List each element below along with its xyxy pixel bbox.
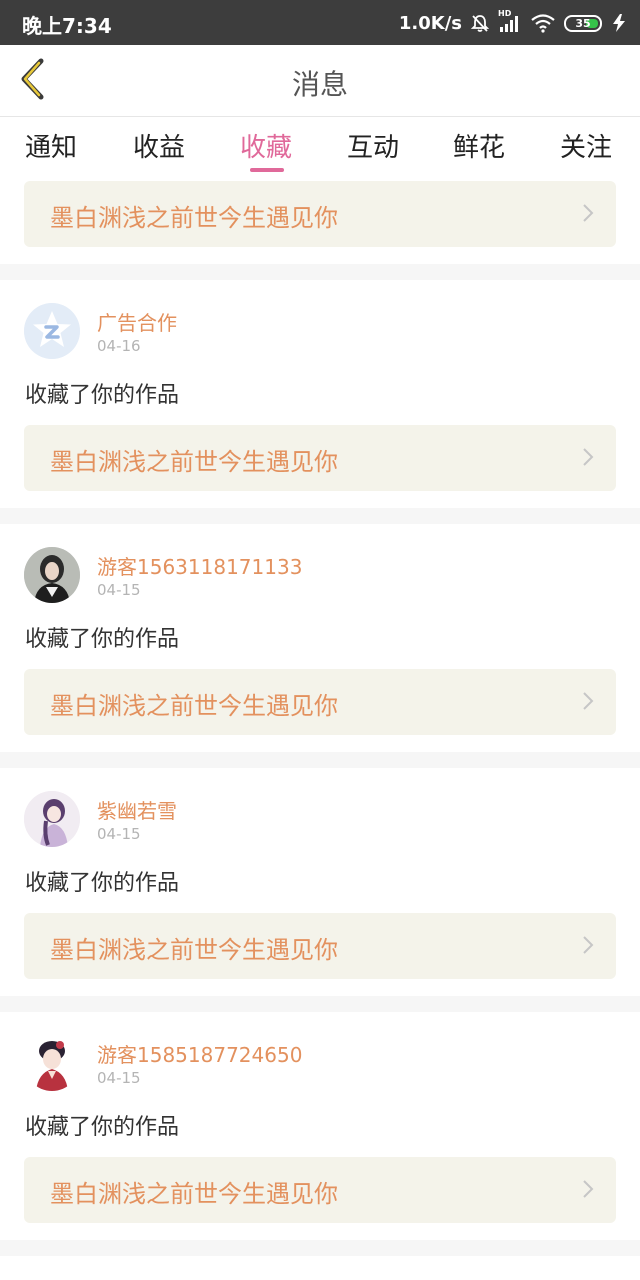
avatar[interactable] [24,1035,80,1091]
work-title: 墨白渊浅之前世今生遇见你 [50,692,338,720]
separator [0,1240,640,1256]
chevron-right-icon [582,691,594,715]
tab-favorites[interactable]: 收藏 [240,127,292,164]
separator [0,508,640,524]
date: 04-15 [97,825,141,843]
action-text: 收藏了你的作品 [25,383,180,408]
username[interactable]: 游客1563118171133 [97,551,302,580]
signal-icon: HD [498,9,522,33]
active-tab-indicator [250,168,284,172]
work-title: 墨白渊浅之前世今生遇见你 [50,448,338,476]
work-title: 墨白渊浅之前世今生遇见你 [50,1180,338,1208]
separator [0,264,640,280]
mute-bell-icon [470,13,490,33]
battery-level: 35 [575,16,591,30]
page-title: 消息 [291,68,348,101]
status-icons: 1.0K/s HD 35 [398,9,628,36]
hd-label: HD [498,9,512,18]
tab-earnings[interactable]: 收益 [133,127,185,164]
battery-icon: 35 [564,14,602,32]
date: 04-15 [97,1069,141,1087]
chevron-right-icon [582,447,594,471]
tab-flowers[interactable]: 鲜花 [453,127,505,164]
chevron-right-icon [582,1179,594,1203]
chevron-right-icon [582,203,594,227]
work-link[interactable]: 墨白渊浅之前世今生遇见你 [24,425,616,491]
status-time: 晚上7:34 [22,14,112,38]
tab-notifications[interactable]: 通知 [25,127,77,164]
action-text: 收藏了你的作品 [25,627,180,652]
work-title: 墨白渊浅之前世今生遇见你 [50,936,338,964]
work-link[interactable]: 墨白渊浅之前世今生遇见你 [24,1157,616,1223]
action-text: 收藏了你的作品 [25,1115,180,1140]
charging-icon [610,13,628,33]
status-bar: 晚上7:34 1.0K/s HD 35 [0,0,640,45]
separator [0,752,640,768]
chevron-right-icon [582,935,594,959]
work-link[interactable]: 墨白渊浅之前世今生遇见你 [24,669,616,735]
tab-interactions[interactable]: 互动 [347,127,399,164]
network-speed: 1.0K/s [398,12,462,34]
date: 04-15 [97,581,141,599]
separator [0,996,640,1012]
app-header: 消息 [0,45,640,117]
date: 04-16 [97,337,141,355]
avatar[interactable] [24,791,80,847]
work-link[interactable]: 墨白渊浅之前世今生遇见你 [24,181,616,247]
work-link[interactable]: 墨白渊浅之前世今生遇见你 [24,913,616,979]
work-title: 墨白渊浅之前世今生遇见你 [50,204,338,232]
username[interactable]: 紫幽若雪 [97,795,177,824]
wifi-icon [530,13,556,33]
avatar[interactable] [24,547,80,603]
tab-following[interactable]: 关注 [560,127,612,164]
username[interactable]: 广告合作 [97,307,177,336]
tab-bar: 通知 收益 收藏 互动 鲜花 关注 [0,117,640,175]
avatar[interactable] [24,303,80,359]
action-text: 收藏了你的作品 [25,871,180,896]
username[interactable]: 游客1585187724650 [97,1039,302,1068]
